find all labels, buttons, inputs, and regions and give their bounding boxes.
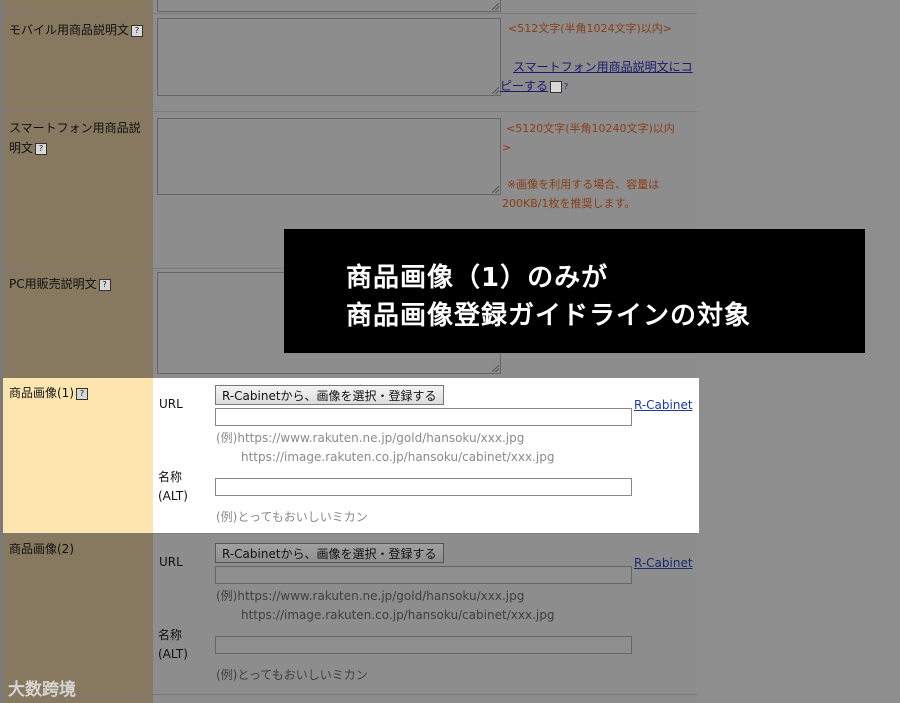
- image1-input-cell: URL R-Cabinetから、画像を選択・登録する R-Cabinet (例)…: [153, 378, 699, 533]
- callout-line-2: 商品画像登録ガイドラインの対象: [346, 301, 752, 331]
- image1-rcabinet-link[interactable]: R-Cabinet: [634, 398, 693, 412]
- smartphone-desc-limit-note-end: >: [502, 141, 512, 154]
- image1-alt-input[interactable]: [215, 478, 632, 496]
- callout-line-1: 商品画像（1）のみが: [346, 263, 609, 293]
- image1-alt-example: (例)とってもおいしいミカン: [216, 510, 368, 524]
- image2-url-label: URL: [159, 555, 183, 569]
- image1-url-label: URL: [159, 397, 183, 411]
- form-row-image3-partial: [3, 695, 697, 703]
- help-icon[interactable]: ?: [98, 279, 111, 291]
- image1-alt-label: 名称 (ALT): [158, 470, 188, 503]
- smartphone-desc-label: スマートフォン用商品説 明文?: [9, 121, 141, 155]
- image2-rcabinet-link[interactable]: R-Cabinet: [634, 556, 693, 570]
- smartphone-desc-textarea[interactable]: [157, 118, 501, 195]
- form-row-top-partial: [3, 0, 697, 13]
- form-row-mobile-desc: モバイル用商品説明文? <512文字(半角1024文字)以内> スマートフォン用…: [3, 14, 697, 111]
- help-icon[interactable]: ?: [35, 143, 48, 155]
- watermark-logo: 大数跨境: [8, 680, 76, 700]
- image2-url-example-1: (例)https://www.rakuten.ne.jp/gold/hansok…: [216, 589, 525, 603]
- image2-url-example-2: https://image.rakuten.co.jp/hansoku/cabi…: [241, 608, 555, 622]
- help-icon[interactable]: ?: [76, 388, 88, 400]
- textarea-partial[interactable]: [157, 0, 501, 12]
- image-size-note-2: 200KB/1枚を推奨します。: [502, 197, 636, 210]
- guideline-callout: 商品画像（1）のみが 商品画像登録ガイドラインの対象: [284, 229, 865, 353]
- help-icon[interactable]: ?: [550, 81, 568, 93]
- image1-url-example-1: (例)https://www.rakuten.ne.jp/gold/hansok…: [216, 431, 525, 445]
- item-edit-form: モバイル用商品説明文? <512文字(半角1024文字)以内> スマートフォン用…: [0, 0, 900, 703]
- image2-alt-label: 名称 (ALT): [158, 628, 188, 661]
- mobile-desc-label: モバイル用商品説明文?: [9, 20, 144, 40]
- copy-to-smartphone-link[interactable]: スマートフォン用商品説明文にコピーする?: [500, 58, 696, 96]
- image2-label: 商品画像(2): [9, 542, 74, 556]
- help-icon[interactable]: ?: [131, 25, 144, 37]
- image1-url-input[interactable]: [215, 408, 632, 426]
- image1-select-from-rcabinet-button[interactable]: R-Cabinetから、画像を選択・登録する: [215, 385, 444, 405]
- smartphone-desc-limit-note: <5120文字(半角10240文字)以内: [506, 122, 675, 135]
- image2-url-input[interactable]: [215, 566, 632, 584]
- mobile-desc-limit-note: <512文字(半角1024文字)以内>: [508, 22, 673, 35]
- form-row-image2: 商品画像(2) URL R-Cabinetから、画像を選択・登録する R-Cab…: [3, 534, 697, 694]
- image1-label: 商品画像(1)?: [9, 383, 88, 403]
- pc-sales-desc-label: PC用販売説明文?: [9, 274, 111, 294]
- image2-select-from-rcabinet-button[interactable]: R-Cabinetから、画像を選択・登録する: [215, 543, 444, 563]
- image2-alt-example: (例)とってもおいしいミカン: [216, 668, 368, 682]
- mobile-desc-textarea[interactable]: [157, 18, 501, 96]
- image1-label-cell: 商品画像(1)?: [3, 378, 153, 533]
- image-size-note: ※画像を利用する場合、容量は: [507, 178, 660, 191]
- image1-url-example-2: https://image.rakuten.co.jp/hansoku/cabi…: [241, 450, 555, 464]
- image2-alt-input[interactable]: [215, 636, 632, 654]
